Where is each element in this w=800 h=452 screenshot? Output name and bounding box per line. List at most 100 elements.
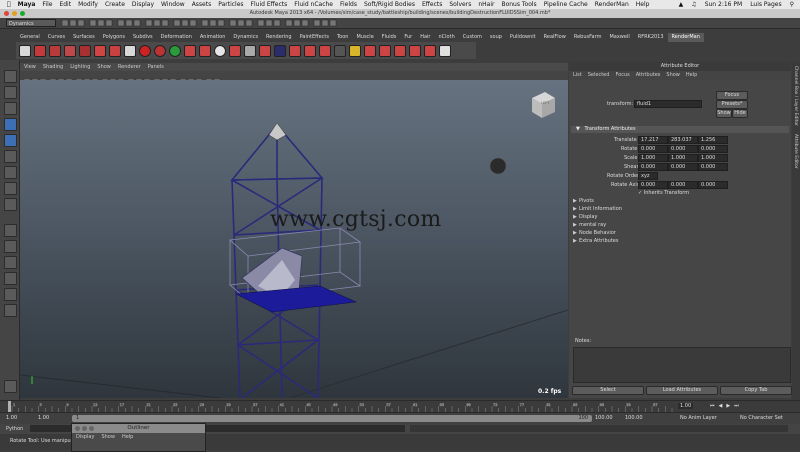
shelf-tab-rebusfarm[interactable]: RebusFarm bbox=[570, 33, 606, 42]
range-start-box[interactable]: 1 bbox=[76, 415, 79, 421]
four-view-layout-icon[interactable] bbox=[4, 240, 17, 253]
shelf-tab-maxwell[interactable]: Maxwell bbox=[605, 33, 633, 42]
menu-nhair[interactable]: nHair bbox=[478, 0, 494, 9]
perspective-viewport[interactable]: LEFT bbox=[20, 80, 568, 398]
ae-menu-focus[interactable]: Focus bbox=[615, 71, 629, 80]
menu-fluid-ncache[interactable]: Fluid nCache bbox=[294, 0, 333, 9]
shelf-tab-fur[interactable]: Fur bbox=[400, 33, 416, 42]
menu-window[interactable]: Window bbox=[161, 0, 185, 9]
anim-end-field[interactable]: 100.00 bbox=[595, 415, 613, 421]
anim-start-field[interactable]: 1.00 bbox=[38, 415, 49, 421]
shelf-tab-general[interactable]: General bbox=[16, 33, 44, 42]
hide-button[interactable]: Hide bbox=[732, 109, 748, 118]
light-icon[interactable] bbox=[184, 44, 196, 57]
user-name[interactable]: Luis Pages bbox=[750, 0, 781, 9]
ae-menu-list[interactable]: List bbox=[573, 71, 582, 80]
scale-tool-icon[interactable] bbox=[4, 150, 17, 163]
subsurface-icon[interactable] bbox=[364, 44, 376, 57]
scale-y-field[interactable]: 1.000 bbox=[668, 154, 698, 162]
menu-file[interactable]: File bbox=[42, 0, 52, 9]
archive-icon[interactable] bbox=[304, 44, 316, 57]
anim-layer-dropdown[interactable]: No Anim Layer bbox=[680, 415, 717, 421]
menu-help[interactable]: Help bbox=[636, 0, 650, 9]
copy-tab-button[interactable]: Copy Tab bbox=[720, 386, 792, 395]
rotate-z-field[interactable]: 0.000 bbox=[698, 145, 728, 153]
menu-modify[interactable]: Modify bbox=[78, 0, 98, 9]
area-light-icon[interactable] bbox=[199, 44, 211, 57]
spotlight-icon[interactable]: ⚲ bbox=[790, 0, 794, 9]
menu-bonus-tools[interactable]: Bonus Tools bbox=[501, 0, 536, 9]
menu-maya[interactable]: Maya bbox=[18, 0, 36, 9]
outliner-menu-show[interactable]: Show bbox=[101, 433, 115, 441]
reflection-icon[interactable] bbox=[424, 44, 436, 57]
shelf-tab-curves[interactable]: Curves bbox=[44, 33, 69, 42]
translate-x-field[interactable]: 17.217 bbox=[638, 136, 668, 144]
universal-manipulator-icon[interactable] bbox=[4, 166, 17, 179]
rotate-order-dropdown[interactable]: xyz bbox=[638, 172, 658, 180]
shear-z-field[interactable]: 0.000 bbox=[698, 163, 728, 171]
lasso-tool-icon[interactable] bbox=[4, 86, 17, 99]
sphere-icon[interactable] bbox=[124, 44, 136, 57]
last-tool-icon[interactable] bbox=[4, 380, 17, 393]
menu-display[interactable]: Display bbox=[132, 0, 154, 9]
batch-render-icon[interactable] bbox=[64, 44, 76, 57]
viewport-menu-view[interactable]: View bbox=[24, 63, 36, 71]
shelf-tab-subdivs[interactable]: Subdivs bbox=[129, 33, 157, 42]
section-mental-ray[interactable]: ▶ mental ray bbox=[573, 222, 787, 229]
mesh-icon[interactable] bbox=[394, 44, 406, 57]
rotate-axis-x-field[interactable]: 0.000 bbox=[638, 181, 668, 189]
outliner-menu-display[interactable]: Display bbox=[76, 433, 94, 441]
rotate-y-field[interactable]: 0.000 bbox=[668, 145, 698, 153]
ipr-render-icon[interactable] bbox=[49, 44, 61, 57]
menu-assets[interactable]: Assets bbox=[192, 0, 212, 9]
current-frame-field[interactable]: 1.00 bbox=[678, 403, 694, 409]
donut-icon[interactable] bbox=[214, 44, 226, 57]
shelf-tab-fluids[interactable]: Fluids bbox=[378, 33, 401, 42]
menu-create[interactable]: Create bbox=[105, 0, 125, 9]
viewport-menu-lighting[interactable]: Lighting bbox=[70, 63, 90, 71]
inherits-transform-checkbox[interactable]: ✓ Inherits Transform bbox=[638, 190, 689, 196]
ae-menu-selected[interactable]: Selected bbox=[588, 71, 610, 80]
channel-box-tab[interactable]: Channel Box / Layer Editor bbox=[793, 66, 798, 126]
shelf-tab-rfrk2013[interactable]: RFRK2013 bbox=[634, 33, 668, 42]
green-sphere-icon[interactable] bbox=[169, 44, 181, 57]
render-settings-icon[interactable] bbox=[79, 44, 91, 57]
select-button[interactable]: Select bbox=[572, 386, 644, 395]
menu-particles[interactable]: Particles bbox=[218, 0, 243, 9]
shelf-tab-rendering[interactable]: Rendering bbox=[262, 33, 296, 42]
section-extra-attributes[interactable]: ▶ Extra Attributes bbox=[573, 238, 787, 245]
red-sphere-icon[interactable] bbox=[139, 44, 151, 57]
translate-z-field[interactable]: 1.256 bbox=[698, 136, 728, 144]
menu-solvers[interactable]: Solvers bbox=[449, 0, 471, 9]
viewport-menu-shading[interactable]: Shading bbox=[43, 63, 63, 71]
translate-y-field[interactable]: 283.037 bbox=[668, 136, 698, 144]
menu-fields[interactable]: Fields bbox=[340, 0, 357, 9]
show-manipulator-icon[interactable] bbox=[4, 198, 17, 211]
focus-button[interactable]: Focus bbox=[716, 91, 748, 100]
shelf-tab-surfaces[interactable]: Surfaces bbox=[69, 33, 99, 42]
shelf-tab-animation[interactable]: Animation bbox=[196, 33, 230, 42]
outliner-layout-icon[interactable] bbox=[4, 304, 17, 317]
end-time-field[interactable]: 100.00 bbox=[625, 415, 643, 421]
transform-attributes-header[interactable]: ▼ Transform Attributes bbox=[571, 126, 789, 133]
node-name-field[interactable]: fluid1 bbox=[634, 100, 702, 108]
shadow-icon[interactable] bbox=[274, 44, 286, 57]
outliner-minimize-button[interactable] bbox=[82, 426, 87, 431]
section-pivots[interactable]: ▶ Pivots bbox=[573, 198, 787, 205]
attribute-icon[interactable] bbox=[259, 44, 271, 57]
section-limit-information[interactable]: ▶ Limit Information bbox=[573, 206, 787, 213]
persp-outliner-layout-icon[interactable] bbox=[4, 256, 17, 269]
shelf-tab-custom[interactable]: Custom bbox=[459, 33, 486, 42]
hypershade-layout-icon[interactable] bbox=[4, 288, 17, 301]
lamp-icon[interactable] bbox=[349, 44, 361, 57]
menu-renderman[interactable]: RenderMan bbox=[595, 0, 629, 9]
menu-soft-rigid-bodies[interactable]: Soft/Rigid Bodies bbox=[364, 0, 415, 9]
load-attributes-button[interactable]: Load Attributes bbox=[646, 386, 718, 395]
minimize-window-button[interactable] bbox=[12, 11, 17, 16]
shelf-menu-icon[interactable] bbox=[19, 44, 31, 57]
ae-menu-attributes[interactable]: Attributes bbox=[636, 71, 661, 80]
presets-button[interactable]: Presets* bbox=[716, 100, 748, 109]
occlusion-icon[interactable] bbox=[379, 44, 391, 57]
section-display[interactable]: ▶ Display bbox=[573, 214, 787, 221]
shelf-tab-renderman[interactable]: RenderMan bbox=[667, 33, 704, 42]
